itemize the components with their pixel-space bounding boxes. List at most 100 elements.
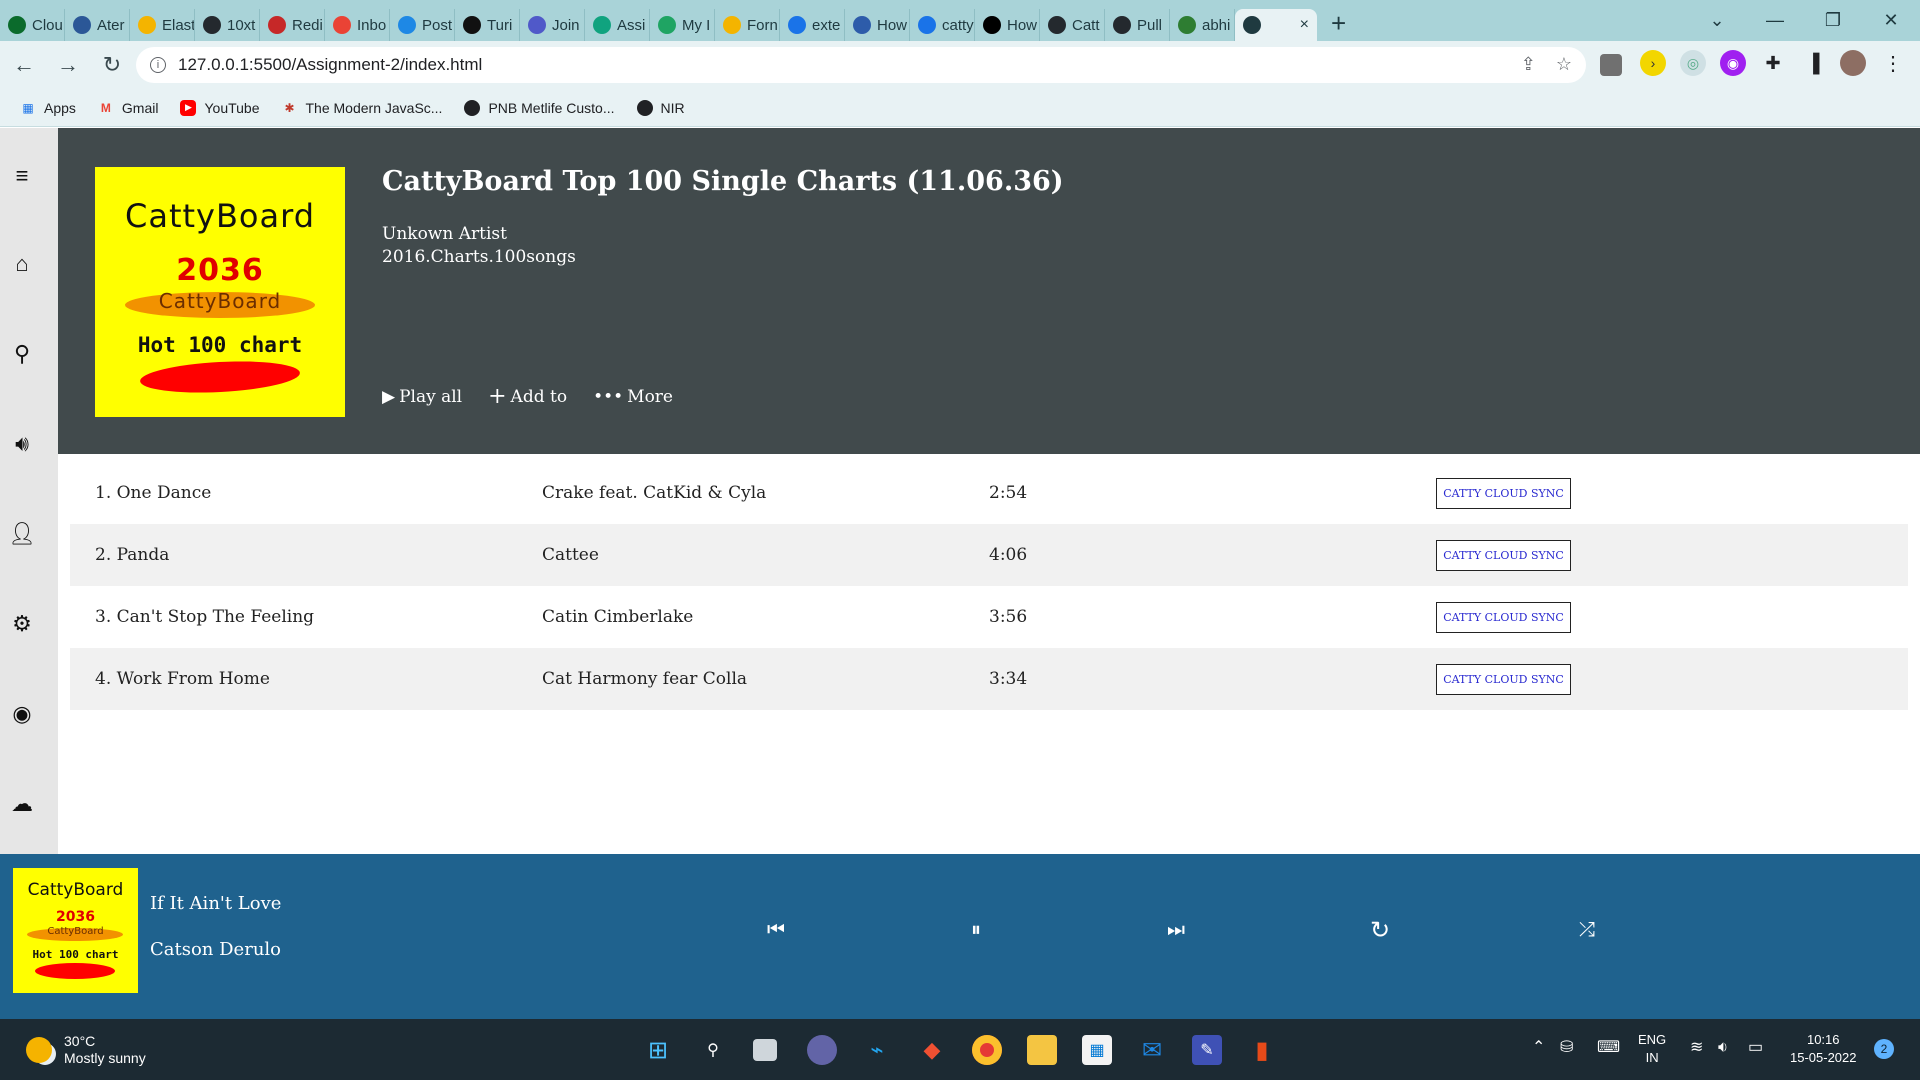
browser-tab[interactable]: catty <box>910 9 975 41</box>
browser-tab[interactable]: 10xt <box>195 9 260 41</box>
microsoft-store-icon[interactable]: ▦ <box>1082 1035 1112 1065</box>
puzzle-icon[interactable]: ✚ <box>1760 50 1786 76</box>
browser-tab[interactable]: Clou <box>0 9 65 41</box>
shuffle-icon[interactable]: ⤮ <box>1573 916 1601 944</box>
table-row[interactable]: 4. Work From Home Cat Harmony fear Colla… <box>70 648 1908 710</box>
soundcloud-icon[interactable]: ☁ <box>10 791 34 816</box>
extension-icon[interactable]: ◎ <box>1680 50 1706 76</box>
browser-tab[interactable]: Inbo <box>325 9 390 41</box>
clock[interactable]: 10:16 15-05-2022 <box>1790 1031 1857 1067</box>
close-window-icon[interactable]: ✕ <box>1862 0 1920 41</box>
globe-icon <box>636 99 653 116</box>
volume-icon[interactable]: 🔊︎ <box>10 431 34 456</box>
search-icon[interactable]: ⚲ <box>10 341 34 366</box>
tab-label: Clou <box>32 16 63 34</box>
browser-tab[interactable]: How <box>975 9 1040 41</box>
bookmark-modern-js[interactable]: ✱ The Modern JavaSc... <box>282 100 442 116</box>
tab-active[interactable]: × <box>1235 9 1317 41</box>
browser-tab[interactable]: Forn <box>715 9 780 41</box>
browser-tab[interactable]: My I <box>650 9 715 41</box>
extension-icon[interactable]: ◉ <box>1720 50 1746 76</box>
next-track-icon[interactable]: ⏭ <box>1162 916 1190 944</box>
tray-chevron-icon[interactable]: ⌃ <box>1532 1039 1545 1057</box>
site-info-icon[interactable]: i <box>150 57 166 73</box>
extension-icon[interactable] <box>1600 54 1622 76</box>
gear-icon[interactable]: ⚙ <box>10 611 34 636</box>
browser-tab[interactable]: Elast <box>130 9 195 41</box>
spotify-icon[interactable]: ◉ <box>10 701 34 726</box>
pause-icon[interactable]: ⏸ <box>962 916 990 944</box>
windows-start-icon[interactable]: ⊞ <box>643 1035 673 1065</box>
browser-tab[interactable]: Ater <box>65 9 130 41</box>
browser-tab[interactable]: Catt <box>1040 9 1105 41</box>
notification-badge[interactable]: 2 <box>1874 1039 1894 1059</box>
tab-search-chevron-icon[interactable]: ⌄ <box>1688 0 1746 41</box>
table-row[interactable]: 3. Can't Stop The Feeling Catin Cimberla… <box>70 586 1908 648</box>
vscode-icon[interactable]: ⌁ <box>862 1035 892 1065</box>
browser-tab[interactable]: Pull <box>1105 9 1170 41</box>
cloud-sync-button[interactable]: CATTY CLOUD SYNC <box>1436 664 1571 695</box>
forward-arrow-icon[interactable]: → <box>48 45 88 85</box>
browser-tab[interactable]: exte <box>780 9 845 41</box>
browser-tab[interactable]: Assi <box>585 9 650 41</box>
repeat-icon[interactable]: ↻ <box>1366 916 1394 944</box>
weather-widget[interactable]: 30°C Mostly sunny <box>26 1033 146 1067</box>
whiteboard-icon[interactable]: ✎ <box>1192 1035 1222 1065</box>
office-icon[interactable]: ▮ <box>1247 1035 1277 1065</box>
menu-dots-icon[interactable]: ⋮ <box>1880 50 1906 76</box>
table-row[interactable]: 2. Panda Cattee 4:06 CATTY CLOUD SYNC <box>70 524 1908 586</box>
hamburger-menu-icon[interactable]: ≡ <box>10 163 34 188</box>
file-explorer-icon[interactable] <box>1027 1035 1057 1065</box>
add-to-button[interactable]: + Add to <box>488 384 567 409</box>
table-row[interactable]: 1. One Dance Crake feat. CatKid & Cyla 2… <box>70 462 1908 524</box>
browser-tab[interactable]: How <box>845 9 910 41</box>
previous-track-icon[interactable]: ⏮ <box>762 916 790 944</box>
git-icon[interactable]: ◆ <box>917 1035 947 1065</box>
play-all-button[interactable]: ▶ Play all <box>382 384 462 409</box>
more-button[interactable]: ••• More <box>593 384 673 409</box>
network-drive-icon[interactable]: ⛁ <box>1560 1039 1573 1057</box>
home-icon[interactable]: ⌂ <box>10 251 34 276</box>
browser-tab[interactable]: Turi <box>455 9 520 41</box>
keyboard-icon[interactable]: ⌨ <box>1597 1039 1620 1057</box>
tab-label: My I <box>682 16 711 34</box>
speaker-icon[interactable]: 🔉︎ <box>1718 1039 1728 1057</box>
bookmark-nir[interactable]: NIR <box>636 99 685 116</box>
bookmark-youtube[interactable]: ▶ YouTube <box>180 99 260 116</box>
bookmark-star-icon[interactable]: ☆ <box>1556 54 1572 75</box>
close-tab-icon[interactable]: × <box>1300 16 1309 34</box>
mail-icon[interactable]: ✉ <box>1137 1035 1167 1065</box>
avatar[interactable] <box>1840 50 1866 76</box>
user-icon[interactable]: 👤︎ <box>8 521 36 546</box>
back-arrow-icon[interactable]: ← <box>4 45 44 85</box>
browser-tab[interactable]: abhi <box>1170 9 1235 41</box>
tab-favicon-icon <box>853 16 871 34</box>
bookmark-pnb-metlife[interactable]: PNB Metlife Custo... <box>464 99 615 116</box>
share-icon[interactable]: ⇪ <box>1521 54 1536 75</box>
cloud-sync-button[interactable]: CATTY CLOUD SYNC <box>1436 478 1571 509</box>
cloud-sync-button[interactable]: CATTY CLOUD SYNC <box>1436 540 1571 571</box>
bookmark-gmail[interactable]: M Gmail <box>98 100 159 116</box>
browser-tab[interactable]: Join <box>520 9 585 41</box>
browser-tab[interactable]: Post <box>390 9 455 41</box>
browser-tab[interactable]: Redi <box>260 9 325 41</box>
extension-icon[interactable]: › <box>1640 50 1666 76</box>
search-icon[interactable]: ⚲ <box>698 1035 728 1065</box>
os-taskbar: 30°C Mostly sunny ⊞ ⚲ ⌁ ◆ ▦ ✉ ✎ ▮ ⌃ ⛁ ⌨ … <box>0 1019 1920 1080</box>
battery-icon[interactable]: ▭ <box>1748 1039 1763 1057</box>
tab-label: Turi <box>487 16 513 34</box>
minimize-icon[interactable]: — <box>1746 0 1804 41</box>
restore-icon[interactable]: ❐ <box>1804 0 1862 41</box>
task-view-icon[interactable] <box>753 1039 777 1061</box>
cloud-sync-button[interactable]: CATTY CLOUD SYNC <box>1436 602 1571 633</box>
wifi-icon[interactable]: ≋ <box>1690 1039 1703 1057</box>
teams-chat-icon[interactable] <box>807 1035 837 1065</box>
chrome-icon[interactable] <box>972 1035 1002 1065</box>
reload-icon[interactable]: ↻ <box>92 45 132 85</box>
new-tab-button[interactable]: + <box>1331 8 1361 39</box>
bookmark-apps[interactable]: ▦ Apps <box>20 100 76 116</box>
language-indicator[interactable]: ENG IN <box>1638 1031 1666 1067</box>
tab-favicon-icon <box>593 16 611 34</box>
url-input[interactable]: i 127.0.0.1:5500/Assignment-2/index.html… <box>136 47 1586 83</box>
side-panel-icon[interactable]: ▐ <box>1800 50 1826 76</box>
